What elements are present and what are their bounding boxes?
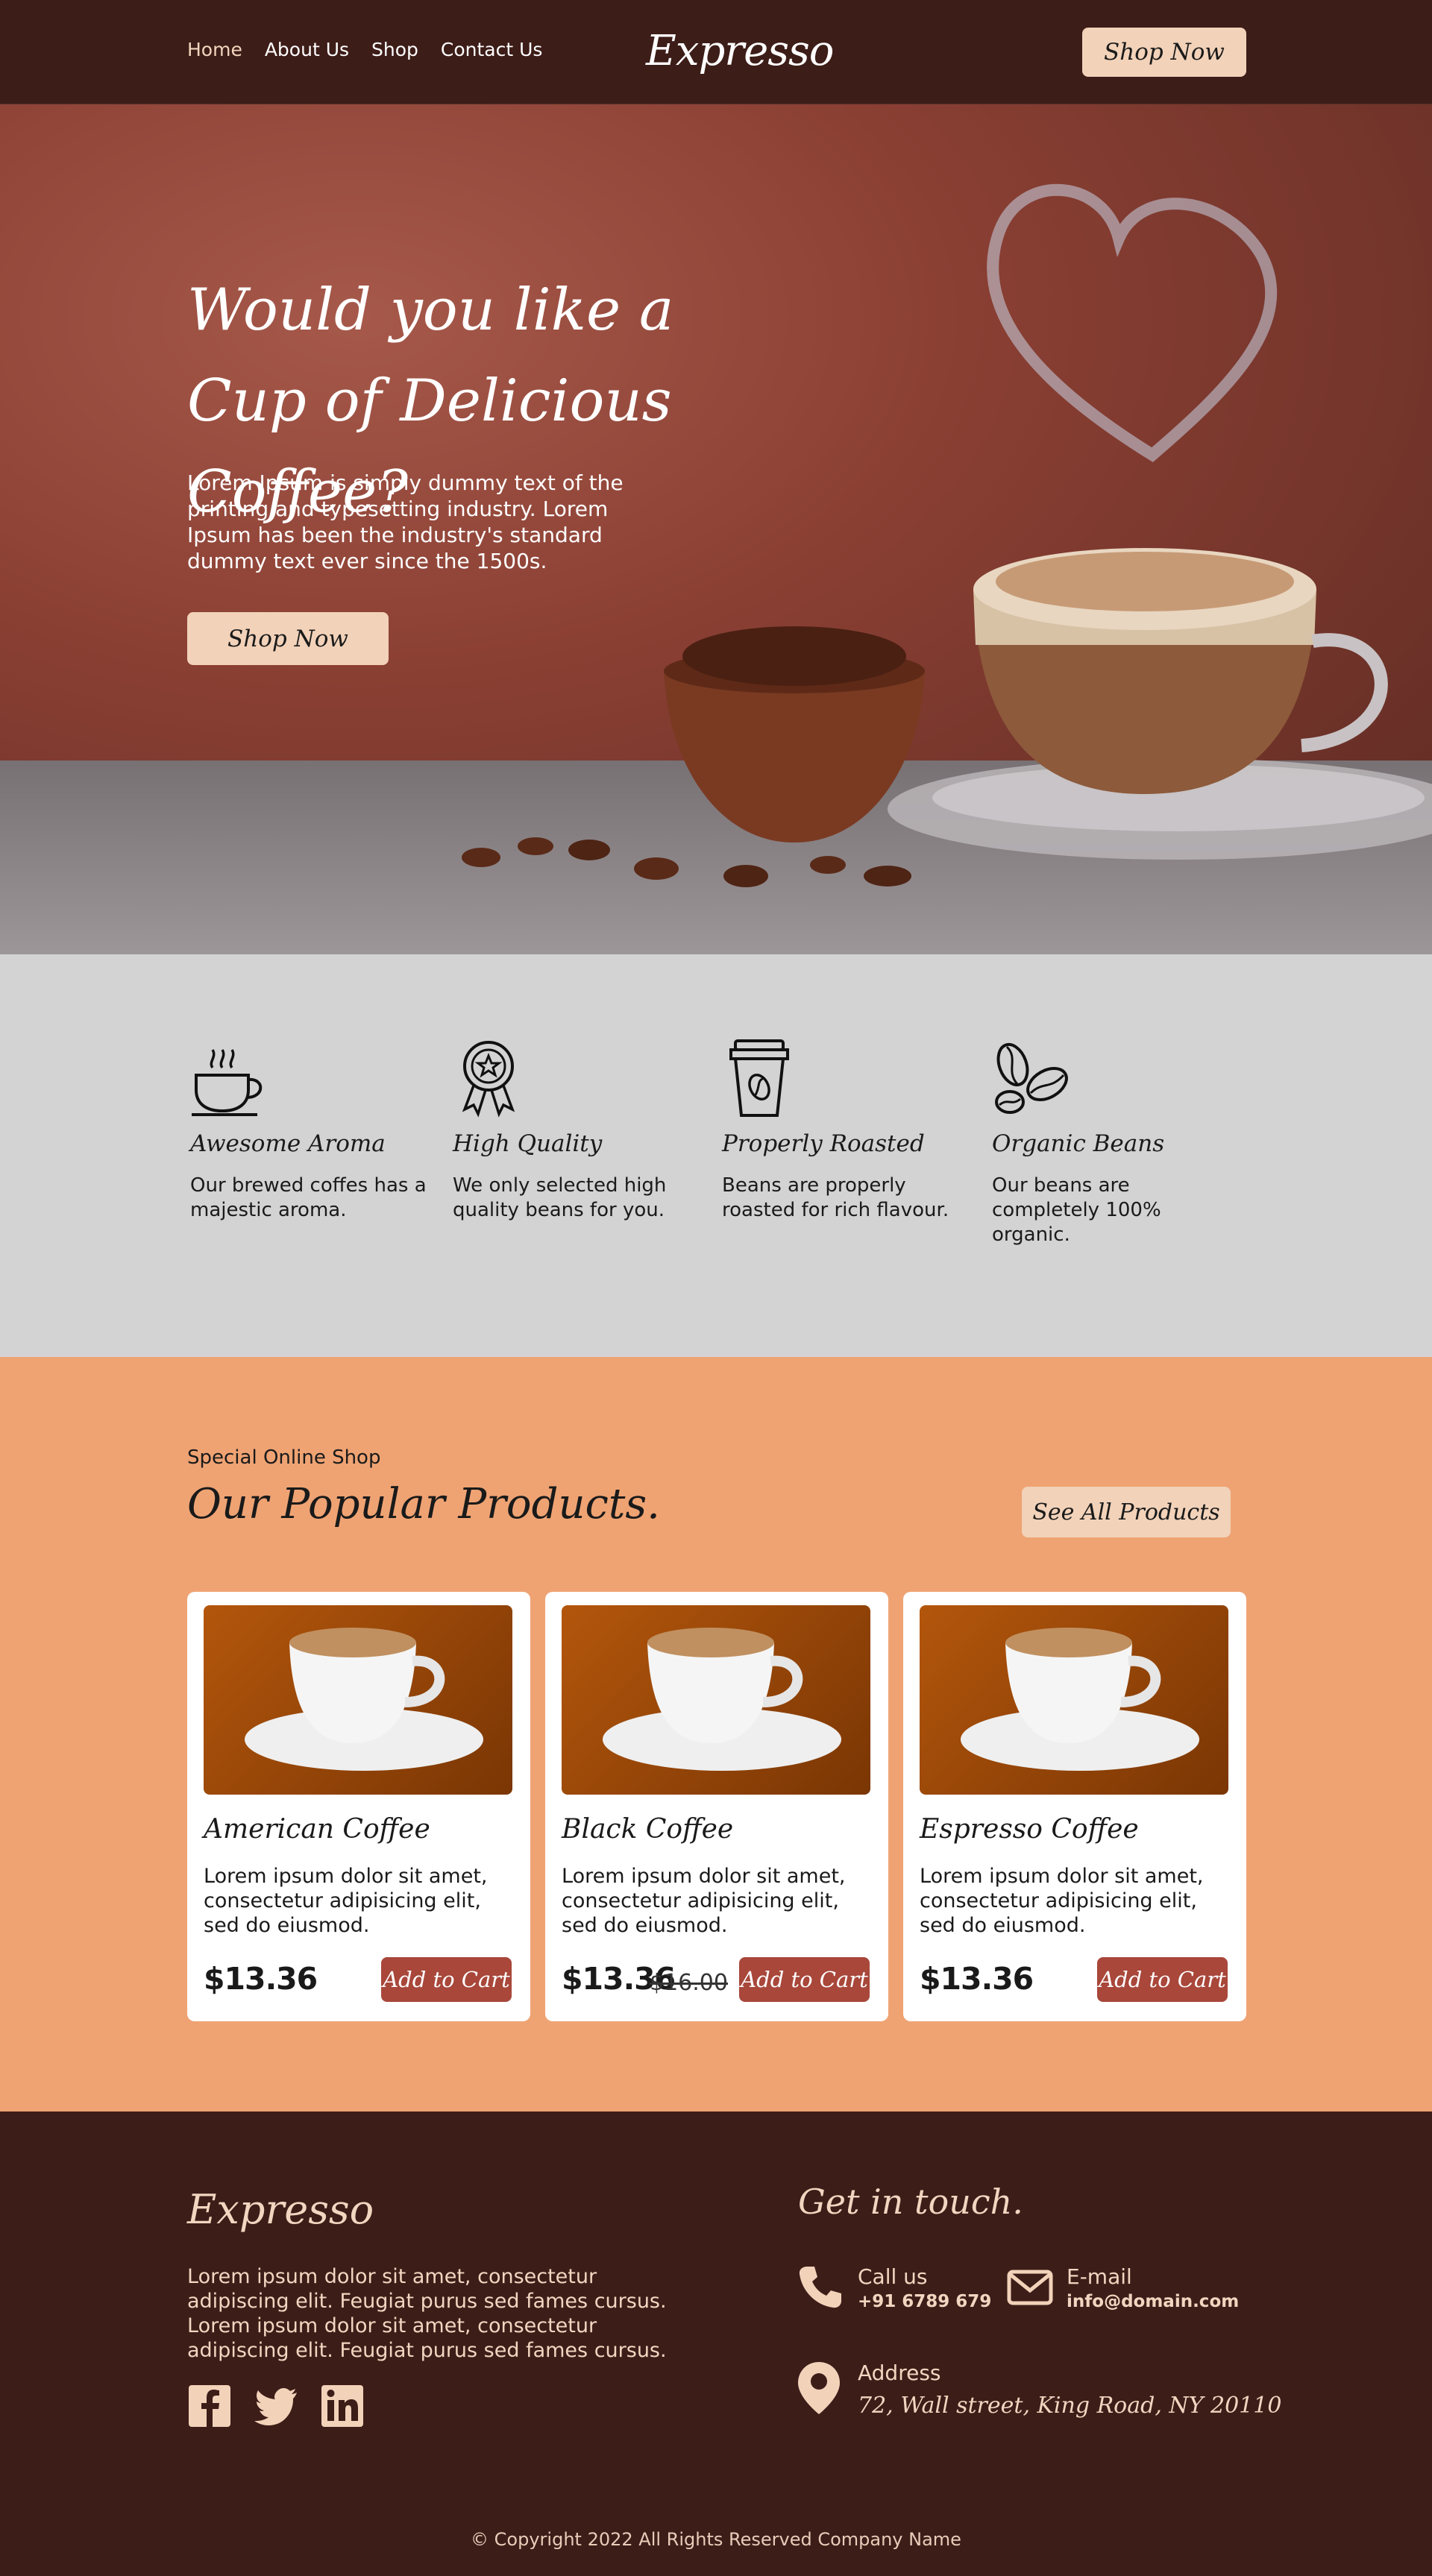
- address-value: 72, Wall street, King Road, NY 20110: [858, 2393, 1282, 2419]
- see-all-products-button[interactable]: See All Products: [1022, 1487, 1231, 1537]
- product-description: Lorem ipsum dolor sit amet, consectetur …: [562, 1865, 846, 1937]
- twitter-icon[interactable]: [254, 2384, 298, 2428]
- product-old-price: $16.00: [650, 1970, 728, 1996]
- feature-title: Awesome Aroma: [190, 1130, 386, 1157]
- features-section: Awesome Aroma Our brewed coffes has a ma…: [0, 954, 1432, 1357]
- site-logo[interactable]: Expresso: [646, 27, 834, 75]
- footer: Expresso Lorem ipsum dolor sit amet, con…: [0, 2111, 1432, 2576]
- products-kicker: Special Online Shop: [187, 1446, 381, 1469]
- feature-item: Properly Roasted Beans are properly roas…: [722, 1038, 968, 1223]
- product-description: Lorem ipsum dolor sit amet, consectetur …: [204, 1865, 488, 1937]
- product-image: [920, 1605, 1228, 1795]
- feature-title: Organic Beans: [992, 1130, 1165, 1157]
- nav-shop-now-button[interactable]: Shop Now: [1082, 28, 1246, 77]
- product-card: Black Coffee Lorem ipsum dolor sit amet,…: [545, 1592, 888, 2021]
- email-value[interactable]: info@domain.com: [1067, 2292, 1239, 2311]
- product-price: $13.36: [204, 1961, 318, 1997]
- email-label: E-mail: [1067, 2264, 1132, 2289]
- get-in-touch-title: Get in touch.: [798, 2182, 1023, 2222]
- hero-section: Would you like a Cup of Delicious Coffee…: [0, 104, 1432, 954]
- email-icon: [1007, 2270, 1053, 2305]
- address-label: Address: [858, 2361, 941, 2385]
- feature-item: Awesome Aroma Our brewed coffes has a ma…: [190, 1038, 436, 1223]
- nav-link-contact[interactable]: Contact Us: [441, 39, 543, 60]
- product-price: $13.36: [920, 1961, 1034, 1997]
- products-title: Our Popular Products.: [187, 1480, 660, 1528]
- nav-link-about[interactable]: About Us: [265, 39, 349, 60]
- hero-description: Lorem Ipsum is simply dummy text of the …: [187, 470, 624, 573]
- feature-text: Our brewed coffes has a majestic aroma.: [190, 1174, 427, 1221]
- product-name: Black Coffee: [562, 1814, 734, 1845]
- coffee-cup-icon: [192, 1049, 263, 1116]
- coffee-beans-icon: [995, 1042, 1068, 1114]
- product-image: [562, 1605, 870, 1795]
- nav-link-shop[interactable]: Shop: [371, 39, 418, 60]
- top-navbar: Home About Us Shop Contact Us Expresso S…: [0, 0, 1432, 104]
- copyright: © Copyright 2022 All Rights Reserved Com…: [471, 2529, 961, 2550]
- feature-title: Properly Roasted: [722, 1130, 925, 1157]
- hero-shop-now-button[interactable]: Shop Now: [187, 612, 389, 665]
- feature-text: Beans are properly roasted for rich flav…: [722, 1174, 949, 1221]
- footer-logo: Expresso: [187, 2186, 374, 2233]
- nav-links: Home About Us Shop Contact Us: [187, 39, 542, 60]
- contact-email: E-mail info@domain.com: [1067, 2264, 1239, 2311]
- feature-text: Our beans are completely 100% organic.: [992, 1174, 1161, 1246]
- contact-address: Address 72, Wall street, King Road, NY 2…: [858, 2361, 1281, 2419]
- contact-call: Call us +91 6789 679: [858, 2264, 991, 2311]
- products-section: Special Online Shop Our Popular Products…: [0, 1357, 1432, 2111]
- add-to-cart-button[interactable]: Add to Cart: [739, 1957, 870, 2002]
- takeaway-cup-icon: [729, 1039, 789, 1117]
- footer-description: Lorem ipsum dolor sit amet, consectetur …: [187, 2265, 667, 2362]
- add-to-cart-button[interactable]: Add to Cart: [381, 1957, 512, 2002]
- phone-icon: [799, 2267, 841, 2308]
- feature-item: Organic Beans Our beans are completely 1…: [992, 1038, 1238, 1247]
- add-to-cart-button[interactable]: Add to Cart: [1097, 1957, 1228, 2002]
- product-name: Espresso Coffee: [920, 1814, 1139, 1845]
- feature-title: High Quality: [453, 1130, 603, 1157]
- feature-item: High Quality We only selected high quali…: [453, 1038, 699, 1223]
- linkedin-icon[interactable]: [320, 2384, 365, 2428]
- call-label: Call us: [858, 2264, 928, 2289]
- product-image: [204, 1605, 512, 1795]
- product-card: Espresso Coffee Lorem ipsum dolor sit am…: [903, 1592, 1246, 2021]
- product-description: Lorem ipsum dolor sit amet, consectetur …: [920, 1865, 1204, 1937]
- facebook-icon[interactable]: [187, 2384, 232, 2428]
- award-medal-icon: [462, 1041, 515, 1118]
- nav-link-home[interactable]: Home: [187, 39, 242, 60]
- product-card: American Coffee Lorem ipsum dolor sit am…: [187, 1592, 530, 2021]
- feature-text: We only selected high quality beans for …: [453, 1174, 667, 1221]
- location-pin-icon: [798, 2362, 840, 2414]
- product-name: American Coffee: [204, 1814, 430, 1845]
- call-value[interactable]: +91 6789 679: [858, 2292, 991, 2311]
